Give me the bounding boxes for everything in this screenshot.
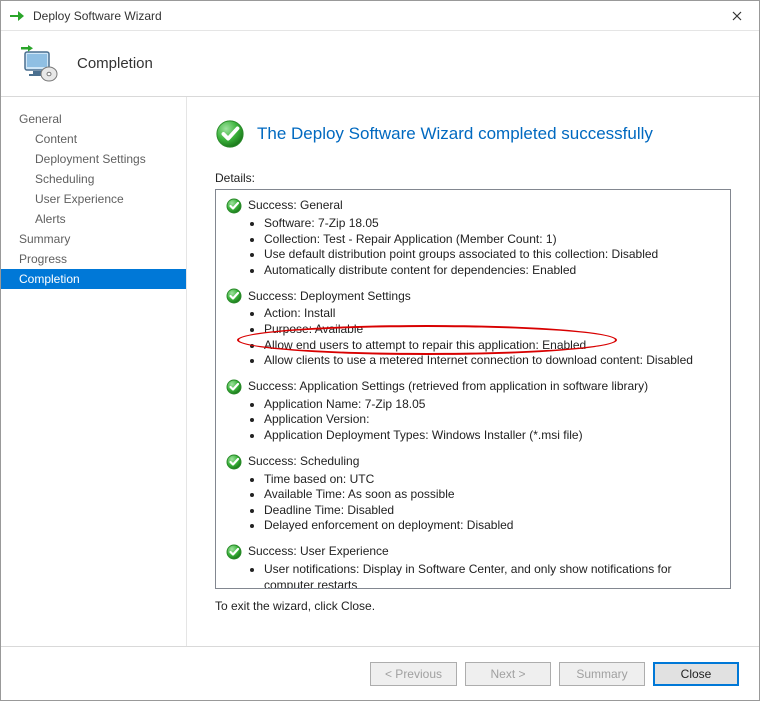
sidebar-item-deployment-settings[interactable]: Deployment Settings xyxy=(1,149,186,169)
details-item: Deadline Time: Disabled xyxy=(264,503,720,519)
success-headline: The Deploy Software Wizard completed suc… xyxy=(257,124,653,144)
close-icon xyxy=(732,11,742,21)
details-group-items: Software: 7-Zip 18.05Collection: Test - … xyxy=(226,216,720,278)
details-group-title: Success: Scheduling xyxy=(226,454,720,470)
sidebar-item-user-experience[interactable]: User Experience xyxy=(1,189,186,209)
details-item: Use default distribution point groups as… xyxy=(264,247,720,263)
details-group-title: Success: User Experience xyxy=(226,544,720,560)
success-headline-row: The Deploy Software Wizard completed suc… xyxy=(215,119,731,149)
details-item: Application Version: xyxy=(264,412,720,428)
details-item: Allow end users to attempt to repair thi… xyxy=(264,338,720,354)
details-item: Application Name: 7-Zip 18.05 xyxy=(264,397,720,413)
sidebar-item-alerts[interactable]: Alerts xyxy=(1,209,186,229)
success-check-icon xyxy=(226,544,242,560)
window-close-button[interactable] xyxy=(714,1,759,31)
success-check-icon xyxy=(226,454,242,470)
details-item: Allow clients to use a metered Internet … xyxy=(264,353,720,369)
details-item: User notifications: Display in Software … xyxy=(264,562,720,589)
details-group-label: Success: Application Settings (retrieved… xyxy=(248,379,648,395)
details-item: Time based on: UTC xyxy=(264,472,720,488)
details-group-items: Action: InstallPurpose: AvailableAllow e… xyxy=(226,306,720,368)
details-item: Collection: Test - Repair Application (M… xyxy=(264,232,720,248)
wizard-window: Deploy Software Wizard Complet xyxy=(0,0,760,701)
wizard-sidebar: GeneralContentDeployment SettingsSchedul… xyxy=(1,97,187,646)
app-icon xyxy=(9,8,25,24)
success-check-icon xyxy=(226,288,242,304)
sidebar-item-summary[interactable]: Summary xyxy=(1,229,186,249)
details-item: Available Time: As soon as possible xyxy=(264,487,720,503)
details-group-title: Success: Application Settings (retrieved… xyxy=(226,379,720,395)
previous-button[interactable]: < Previous xyxy=(370,662,457,686)
details-group-label: Success: Deployment Settings xyxy=(248,289,411,305)
details-group-label: Success: User Experience xyxy=(248,544,389,560)
wizard-body: GeneralContentDeployment SettingsSchedul… xyxy=(1,97,759,646)
details-item: Automatically distribute content for dep… xyxy=(264,263,720,279)
details-group-items: User notifications: Display in Software … xyxy=(226,562,720,589)
details-item: Purpose: Available xyxy=(264,322,720,338)
sidebar-item-completion[interactable]: Completion xyxy=(1,269,186,289)
details-item: Software: 7-Zip 18.05 xyxy=(264,216,720,232)
wizard-footer: < Previous Next > Summary Close xyxy=(1,646,759,700)
details-group-label: Success: General xyxy=(248,198,343,214)
success-check-icon xyxy=(215,119,245,149)
titlebar: Deploy Software Wizard xyxy=(1,1,759,31)
window-title: Deploy Software Wizard xyxy=(33,9,714,23)
wizard-main: The Deploy Software Wizard completed suc… xyxy=(187,97,759,646)
details-box[interactable]: Success: General Software: 7-Zip 18.05Col… xyxy=(215,189,731,589)
summary-button[interactable]: Summary xyxy=(559,662,645,686)
details-item: Delayed enforcement on deployment: Disab… xyxy=(264,518,720,534)
details-item: Application Deployment Types: Windows In… xyxy=(264,428,720,444)
wizard-header: Completion xyxy=(1,31,759,97)
details-item: Action: Install xyxy=(264,306,720,322)
sidebar-item-progress[interactable]: Progress xyxy=(1,249,186,269)
exit-hint: To exit the wizard, click Close. xyxy=(215,599,731,613)
close-button[interactable]: Close xyxy=(653,662,739,686)
success-check-icon xyxy=(226,198,242,214)
details-group-title: Success: Deployment Settings xyxy=(226,288,720,304)
sidebar-item-general[interactable]: General xyxy=(1,109,186,129)
success-check-icon xyxy=(226,379,242,395)
sidebar-item-content[interactable]: Content xyxy=(1,129,186,149)
details-group-title: Success: General xyxy=(226,198,720,214)
next-button[interactable]: Next > xyxy=(465,662,551,686)
details-group-items: Time based on: UTCAvailable Time: As soo… xyxy=(226,472,720,534)
step-title: Completion xyxy=(77,55,153,72)
details-group-label: Success: Scheduling xyxy=(248,454,359,470)
details-group-items: Application Name: 7-Zip 18.05Application… xyxy=(226,397,720,444)
wizard-icon xyxy=(19,44,59,84)
sidebar-item-scheduling[interactable]: Scheduling xyxy=(1,169,186,189)
details-label: Details: xyxy=(215,171,731,185)
